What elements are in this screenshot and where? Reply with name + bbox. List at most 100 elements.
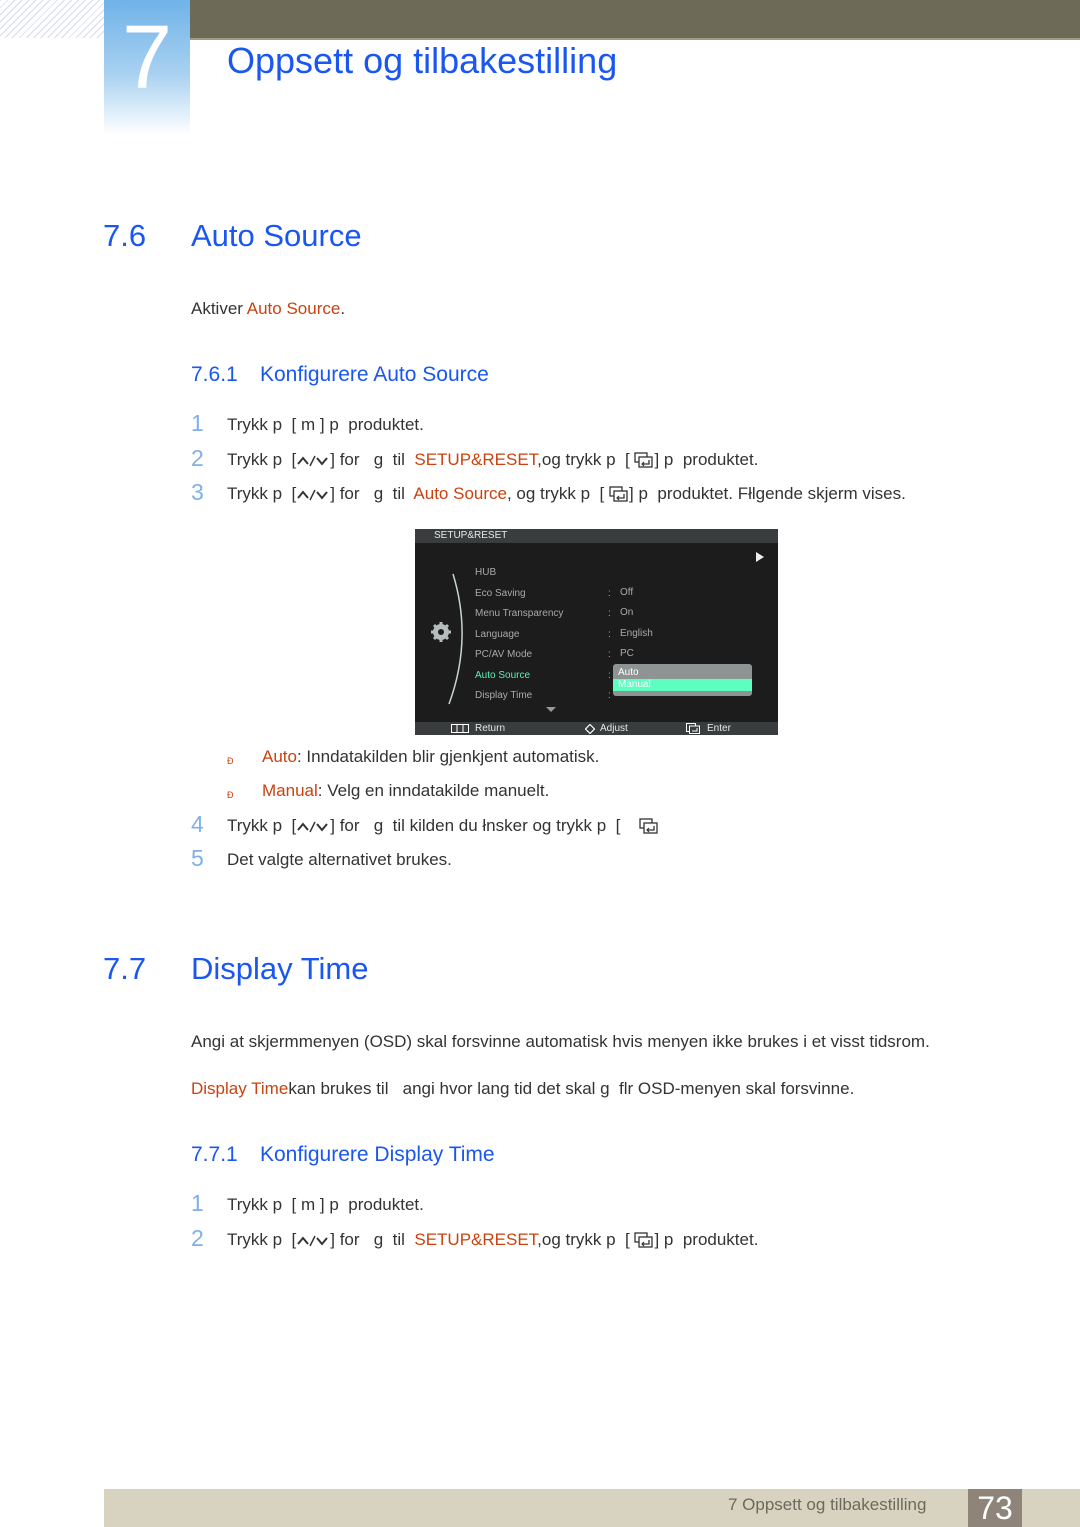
- step-number: 2: [191, 1225, 204, 1251]
- step-text-part: ] for g til kilden du łnsker og trykk p …: [330, 816, 626, 835]
- step-text-part: ] p produktet.: [654, 1230, 759, 1249]
- step-text-part: ] for g til: [330, 1230, 415, 1249]
- osd-value-menu-transparency: On: [620, 607, 634, 618]
- osd-dropdown[interactable]: Auto Manual: [613, 664, 752, 696]
- osd-colon: :: [608, 629, 611, 640]
- bullet-highlight: Manual: [262, 781, 318, 800]
- section-number: 7.6: [103, 218, 147, 253]
- bullet-marker: Ð: [227, 756, 234, 766]
- osd-title: SETUP&RESET: [434, 530, 508, 541]
- header-bar: [190, 0, 1080, 40]
- menu-return-icon: [451, 724, 469, 733]
- up-down-arrow-icon: [297, 1235, 329, 1247]
- osd-colon: :: [608, 588, 611, 599]
- chapter-title: Oppsett og tilbakestilling: [227, 40, 618, 81]
- step-number: 4: [191, 811, 204, 837]
- osd-colon: :: [608, 608, 611, 619]
- up-down-arrow-icon: [297, 489, 329, 501]
- osd-return-label: Return: [475, 723, 506, 734]
- osd-item-hub[interactable]: HUB: [475, 567, 496, 578]
- osd-bottom-bar: Return Adjust Enter: [415, 722, 778, 735]
- osd-option-manual-label: Manual: [618, 679, 651, 690]
- menu-key: m: [301, 415, 316, 434]
- step-number: 1: [191, 1190, 204, 1216]
- step-text: Trykk p [ ] for g til SETUP&RESET,og tryk…: [227, 1230, 758, 1250]
- up-down-arrow-icon: [297, 455, 329, 467]
- header-hatch-decoration: [0, 0, 104, 38]
- step-text-part: Trykk p [: [227, 450, 297, 469]
- step-text-part: Trykk p [: [227, 1195, 301, 1214]
- osd-item-pc-av-mode[interactable]: PC/AV Mode: [475, 649, 532, 660]
- osd-value-pc-av-mode: PC: [620, 648, 634, 659]
- chapter-number: 7: [121, 8, 173, 108]
- paragraph-text: kan brukes til angi hvor lang tid det sk…: [288, 1079, 855, 1098]
- step-text-part: ] p produktet.: [654, 450, 759, 469]
- step-text-part: Trykk p [: [227, 1230, 297, 1249]
- up-down-arrow-icon: [297, 821, 329, 833]
- play-right-icon: [756, 552, 764, 562]
- step-text-part: ] for g til: [330, 484, 414, 503]
- osd-item-language[interactable]: Language: [475, 629, 520, 640]
- bullet-text: : Inndatakilden blir gjenkjent automatis…: [296, 747, 600, 766]
- osd-enter-label: Enter: [707, 723, 731, 734]
- bullet-text: : Velg en inndatakilde manuelt.: [317, 781, 550, 800]
- enter-source-icon: [639, 818, 658, 834]
- osd-adjust-label: Adjust: [600, 723, 628, 734]
- step-text-part: ] p produktet.: [315, 415, 424, 434]
- intro-suffix: .: [340, 299, 346, 318]
- step-number: 1: [191, 410, 204, 436]
- step-number: 3: [191, 479, 204, 505]
- osd-option-auto[interactable]: Auto: [618, 667, 639, 678]
- osd-item-display-time[interactable]: Display Time: [475, 690, 532, 701]
- osd-item-menu-transparency[interactable]: Menu Transparency: [475, 608, 563, 619]
- section-title: Auto Source: [191, 218, 362, 253]
- osd-colon: :: [608, 690, 611, 701]
- osd-value-language: English: [620, 628, 653, 639]
- step-text-part: Trykk p [: [227, 816, 297, 835]
- step-highlight: SETUP&RESET: [414, 450, 538, 469]
- menu-key: m: [301, 1195, 316, 1214]
- osd-item-auto-source[interactable]: Auto Source: [475, 670, 530, 681]
- bullet-marker: Ð: [227, 790, 234, 800]
- step-text: Trykk p [ m ] p produktet.: [227, 415, 424, 435]
- subsection-number: 7.6.1: [191, 363, 238, 386]
- step-text-part: ,og trykk p [: [537, 450, 635, 469]
- step-text-part: , og trykk p [: [506, 484, 610, 503]
- intro-text: Aktiver: [191, 299, 247, 318]
- paragraph-highlight: Display Time: [191, 1079, 289, 1098]
- step-number: 2: [191, 445, 204, 471]
- step-text-part: Trykk p [: [227, 484, 297, 503]
- intro-highlight: Auto Source: [246, 299, 341, 318]
- step-text-part: ] p produktet. Fłlgende skjerm vises.: [629, 484, 906, 503]
- subsection-title: Konfigurere Auto Source: [260, 363, 489, 386]
- step-number: 5: [191, 845, 204, 871]
- bullet-item: Manual: Velg en inndatakilde manuelt.: [262, 781, 549, 801]
- step-text-part: ] p produktet.: [315, 1195, 424, 1214]
- osd-menu-screenshot: SETUP&RESET HUB Eco Saving : Off Menu Tr…: [415, 529, 778, 735]
- step-text: Trykk p [ ] for g til kilden du łnsker og…: [227, 816, 659, 836]
- scroll-down-icon: [546, 707, 556, 712]
- section-number: 7.7: [103, 951, 147, 986]
- osd-value-eco-saving: Off: [620, 587, 634, 598]
- bullet-highlight: Auto: [262, 747, 297, 766]
- enter-source-icon: [609, 486, 628, 502]
- section-title: Display Time: [191, 951, 369, 986]
- section-paragraph: Angi at skjermmenyen (OSD) skal forsvinn…: [191, 1032, 930, 1051]
- footer-bar: [104, 1489, 1080, 1527]
- gear-icon: [431, 622, 451, 642]
- footer-chapter-label: 7 Oppsett og tilbakestilling: [728, 1495, 927, 1514]
- adjust-diamond-icon: [585, 724, 595, 734]
- enter-source-icon: [634, 1232, 654, 1248]
- osd-option-manual[interactable]: Manual: [613, 679, 752, 691]
- step-text-part: ,og trykk p [: [537, 1230, 635, 1249]
- osd-item-eco-saving[interactable]: Eco Saving: [475, 588, 526, 599]
- bullet-item: Auto: Inndatakilden blir gjenkjent autom…: [262, 747, 599, 767]
- page-number: 73: [968, 1489, 1022, 1527]
- step-highlight: Auto Source: [413, 484, 507, 503]
- step-highlight: SETUP&RESET: [414, 1230, 538, 1249]
- step-text: Trykk p [ m ] p produktet.: [227, 1195, 424, 1215]
- enter-icon: [686, 723, 700, 734]
- subsection-number: 7.7.1: [191, 1143, 238, 1166]
- section-intro: Aktiver Auto Source.: [191, 299, 345, 319]
- step-text: Trykk p [ ] for g til Auto Source, og try…: [227, 484, 906, 504]
